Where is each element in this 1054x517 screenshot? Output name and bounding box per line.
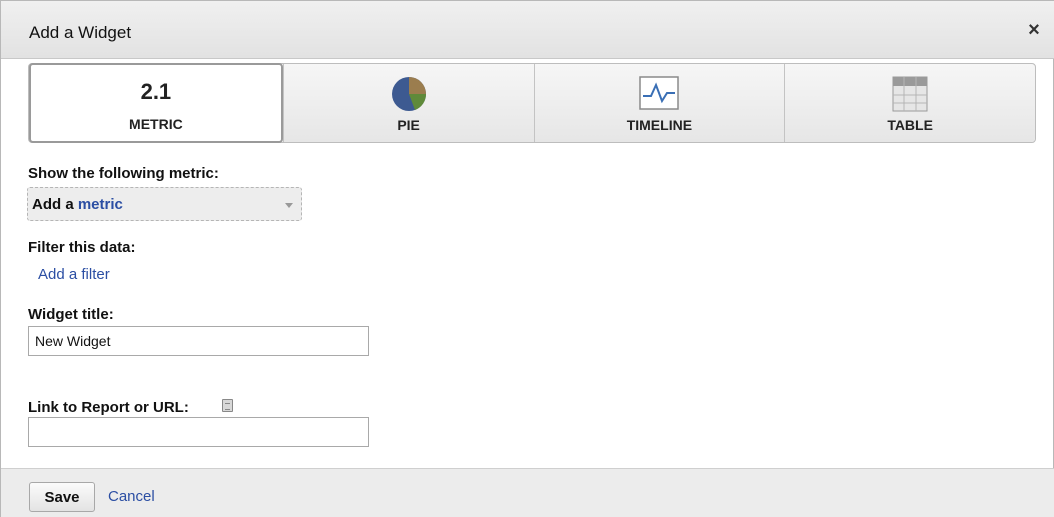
pie-chart-icon xyxy=(391,76,427,117)
widget-type-tabs: 2.1 METRIC PIE TIMELINE TABLE xyxy=(28,63,1036,143)
metric-sample-value: 2.1 xyxy=(140,79,172,104)
add-filter-link[interactable]: Add a filter xyxy=(38,266,110,283)
metric-select-text: Add a metric xyxy=(32,196,123,213)
dialog-footer: Save Cancel xyxy=(1,468,1054,517)
tab-timeline-label: TIMELINE xyxy=(626,117,693,133)
chevron-down-icon xyxy=(285,203,293,208)
help-icon[interactable] xyxy=(222,399,233,412)
metric-select[interactable]: Add a metric xyxy=(27,187,302,221)
filter-section-label: Filter this data: xyxy=(28,239,136,256)
close-icon[interactable]: × xyxy=(1023,19,1045,41)
link-url-input[interactable] xyxy=(28,417,369,447)
dialog-title: Add a Widget xyxy=(29,23,132,42)
widget-title-input[interactable] xyxy=(28,326,369,356)
save-button[interactable]: Save xyxy=(29,482,95,512)
tab-pie-label: PIE xyxy=(397,117,420,133)
tab-table-label: TABLE xyxy=(887,117,933,133)
cancel-link[interactable]: Cancel xyxy=(108,488,155,505)
metric-select-link[interactable]: metric xyxy=(78,196,123,213)
metric-section-label: Show the following metric: xyxy=(28,165,219,182)
tab-table[interactable]: TABLE xyxy=(784,64,1035,142)
dialog-titlebar: Add a Widget × xyxy=(1,1,1054,59)
tab-pie[interactable]: PIE xyxy=(282,64,534,142)
tab-metric-label: METRIC xyxy=(129,116,183,132)
add-widget-dialog: Add a Widget × 2.1 METRIC PIE TIMELINE T… xyxy=(0,0,1054,517)
link-url-label: Link to Report or URL: xyxy=(28,399,189,416)
tab-metric[interactable]: 2.1 METRIC xyxy=(29,63,283,143)
tab-timeline[interactable]: TIMELINE xyxy=(533,64,785,142)
table-grid-icon xyxy=(892,76,928,117)
widget-title-label: Widget title: xyxy=(28,306,114,323)
metric-select-prefix: Add a xyxy=(32,196,74,213)
timeline-chart-icon xyxy=(639,76,680,115)
